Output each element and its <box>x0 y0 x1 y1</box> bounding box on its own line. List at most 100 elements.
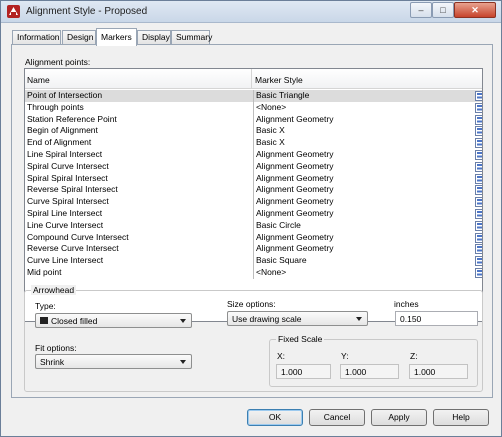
marker-style-picker-icon[interactable] <box>475 267 482 278</box>
marker-style-picker-icon[interactable] <box>475 220 482 231</box>
row-marker-style-cell[interactable]: Alignment Geometry <box>253 184 473 197</box>
marker-style-picker-icon[interactable] <box>475 208 482 219</box>
arrowhead-size-input[interactable]: 0.150 <box>395 311 478 326</box>
column-header-marker-style[interactable]: Marker Style <box>255 75 303 85</box>
row-marker-style-cell[interactable]: Alignment Geometry <box>253 207 473 220</box>
apply-button[interactable]: Apply <box>371 409 427 426</box>
marker-style-picker-icon[interactable] <box>475 256 482 267</box>
scale-y-label: Y: <box>341 351 349 361</box>
marker-style-picker-icon[interactable] <box>475 197 482 208</box>
scale-x-input[interactable]: 1.000 <box>276 364 331 379</box>
marker-style-picker-icon[interactable] <box>475 114 482 125</box>
row-marker-style-cell[interactable]: Alignment Geometry <box>253 113 473 126</box>
marker-style-picker-icon[interactable] <box>475 102 482 113</box>
row-name-cell: Line Curve Intersect <box>27 219 104 230</box>
tab-information[interactable]: Information <box>12 30 61 45</box>
alignment-points-label: Alignment points: <box>25 57 91 67</box>
row-marker-style-cell[interactable]: Basic Triangle <box>253 90 473 102</box>
tab-design[interactable]: Design <box>62 30 96 45</box>
close-button[interactable]: ✕ <box>454 2 496 18</box>
maximize-button[interactable]: □ <box>432 2 454 18</box>
fit-options-label: Fit options: <box>35 343 77 353</box>
minimize-button[interactable]: – <box>410 2 432 18</box>
marker-style-picker-icon[interactable] <box>475 91 482 101</box>
row-name-cell: Compound Curve Intersect <box>27 231 129 242</box>
table-row[interactable]: Spiral Line Intersect Alignment Geometry <box>25 207 482 220</box>
marker-style-picker-icon[interactable] <box>475 173 482 184</box>
units-label: inches <box>394 299 419 309</box>
arrowhead-type-dropdown[interactable]: Closed filled <box>35 313 192 328</box>
marker-style-picker-icon[interactable] <box>475 244 482 255</box>
column-divider[interactable] <box>251 69 252 89</box>
marker-style-picker-icon[interactable] <box>475 149 482 160</box>
fixed-scale-group: Fixed Scale X: 1.000 Y: 1.000 Z: 1.000 <box>269 334 478 387</box>
row-marker-style-cell[interactable]: Alignment Geometry <box>253 231 473 244</box>
scale-y-input[interactable]: 1.000 <box>340 364 399 379</box>
row-name-cell: Mid point <box>27 266 62 277</box>
table-row[interactable]: Mid point <None> <box>25 266 482 279</box>
table-row[interactable]: Reverse Curve Intersect Alignment Geometr… <box>25 243 482 256</box>
marker-style-picker-icon[interactable] <box>475 138 482 149</box>
row-name-cell: Begin of Alignment <box>27 125 98 136</box>
row-marker-style-cell[interactable]: <None> <box>253 101 473 114</box>
tab-markers[interactable]: Markers <box>96 28 137 46</box>
table-row[interactable]: Compound Curve Intersect Alignment Geomet… <box>25 231 482 244</box>
row-marker-style-cell[interactable]: Alignment Geometry <box>253 243 473 256</box>
row-marker-style-cell[interactable]: Alignment Geometry <box>253 148 473 161</box>
table-row[interactable]: Through points <None> <box>25 101 482 114</box>
window-title: Alignment Style - Proposed <box>26 6 148 17</box>
scale-z-value: 1.000 <box>414 367 436 377</box>
marker-style-picker-icon[interactable] <box>475 185 482 196</box>
row-name-cell: Through points <box>27 101 84 112</box>
row-marker-style-cell[interactable]: Basic X <box>253 125 473 138</box>
marker-style-picker-icon[interactable] <box>475 126 482 137</box>
fit-options-dropdown[interactable]: Shrink <box>35 354 192 369</box>
column-header-name[interactable]: Name <box>27 75 50 85</box>
marker-style-picker-icon[interactable] <box>475 161 482 172</box>
title-bar[interactable]: Alignment Style - Proposed – □ ✕ <box>1 1 501 23</box>
arrowhead-group: Arrowhead Type: Closed filled Size optio… <box>24 285 483 392</box>
cancel-button[interactable]: Cancel <box>309 409 365 426</box>
table-row[interactable]: Spiral Spiral Intersect Alignment Geometr… <box>25 172 482 185</box>
row-name-cell: Point of Intersection <box>27 90 103 100</box>
civil3d-app-icon <box>7 5 20 18</box>
grid-header: Name Marker Style <box>25 69 482 89</box>
fixed-scale-label: Fixed Scale <box>276 334 325 344</box>
table-row[interactable]: Spiral Curve Intersect Alignment Geometry <box>25 160 482 173</box>
ok-button[interactable]: OK <box>247 409 303 426</box>
marker-style-picker-icon[interactable] <box>475 232 482 243</box>
table-row[interactable]: Curve Spiral Intersect Alignment Geometry <box>25 196 482 208</box>
row-marker-style-cell[interactable]: Alignment Geometry <box>253 172 473 185</box>
size-options-dropdown[interactable]: Use drawing scale <box>227 311 368 326</box>
arrowhead-size-value: 0.150 <box>400 314 422 324</box>
row-name-cell: Reverse Spiral Intersect <box>27 184 118 195</box>
table-row[interactable]: Line Spiral Intersect Alignment Geometry <box>25 148 482 161</box>
alignment-points-grid: Name Marker Style Point of Intersection B… <box>24 68 483 322</box>
row-marker-style-cell[interactable]: Alignment Geometry <box>253 196 473 208</box>
scale-y-value: 1.000 <box>345 367 367 377</box>
row-name-cell: Spiral Spiral Intersect <box>27 172 108 183</box>
table-row[interactable]: Line Curve Intersect Basic Circle <box>25 219 482 232</box>
chevron-down-icon <box>180 360 186 364</box>
scale-x-value: 1.000 <box>281 367 303 377</box>
table-row[interactable]: End of Alignment Basic X <box>25 137 482 149</box>
row-marker-style-cell[interactable]: <None> <box>253 266 473 279</box>
table-row[interactable]: Reverse Spiral Intersect Alignment Geomet… <box>25 184 482 197</box>
row-name-cell: Spiral Line Intersect <box>27 207 103 218</box>
tab-display[interactable]: Display <box>137 30 171 45</box>
table-row[interactable]: Begin of Alignment Basic X <box>25 125 482 138</box>
row-name-cell: Curve Line Intersect <box>27 255 104 266</box>
table-row[interactable]: Curve Line Intersect Basic Square <box>25 255 482 267</box>
table-row[interactable]: Point of Intersection Basic Triangle <box>25 90 482 102</box>
chevron-down-icon <box>356 317 362 321</box>
scale-z-input[interactable]: 1.000 <box>409 364 468 379</box>
row-marker-style-cell[interactable]: Basic X <box>253 137 473 149</box>
help-button[interactable]: Help <box>433 409 489 426</box>
tab-summary[interactable]: Summary <box>171 30 212 45</box>
row-marker-style-cell[interactable]: Basic Circle <box>253 219 473 232</box>
table-row[interactable]: Station Reference Point Alignment Geometr… <box>25 113 482 126</box>
row-marker-style-cell[interactable]: Alignment Geometry <box>253 160 473 173</box>
row-name-cell: Reverse Curve Intersect <box>27 243 119 254</box>
row-marker-style-cell[interactable]: Basic Square <box>253 255 473 267</box>
row-name-cell: Line Spiral Intersect <box>27 148 103 159</box>
